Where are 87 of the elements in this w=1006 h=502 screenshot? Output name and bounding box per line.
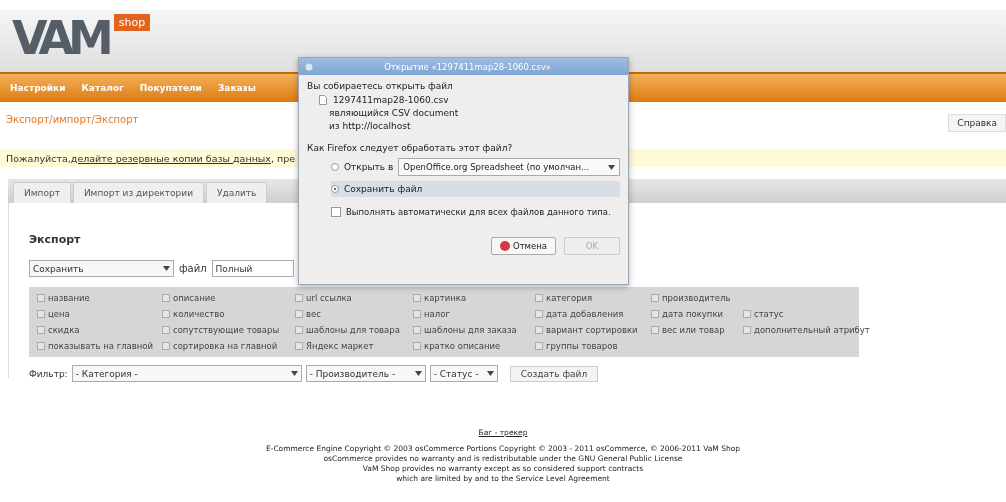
checkbox-label: url ссылка (306, 293, 352, 303)
filter-select[interactable]: - Категория - (71, 365, 302, 382)
checkbox[interactable] (295, 342, 303, 350)
checkbox[interactable] (162, 310, 170, 318)
checkbox[interactable] (535, 294, 543, 302)
radio-button[interactable] (331, 185, 339, 193)
caret-icon (163, 266, 170, 271)
checkbox-label: категория (546, 293, 593, 303)
checkbox[interactable] (162, 326, 170, 334)
tab[interactable]: Импорт из директории (72, 182, 205, 203)
radio-button[interactable] (331, 163, 339, 171)
dialog-text: Вы собираетесь открыть файл (307, 81, 454, 91)
checkbox[interactable] (331, 207, 341, 217)
cancel-icon (499, 241, 510, 251)
checkbox-label: вариант сортировки (546, 325, 638, 335)
app-icon (305, 62, 313, 71)
checkbox-label: показывать на главной (48, 341, 154, 351)
section-heading: Экспорт (29, 233, 81, 246)
dialog-title: Открытие «1297411map28-1060.csv» (383, 61, 552, 72)
dialog-button[interactable]: Отмена (490, 237, 556, 255)
checkbox-label: группы товаров (546, 341, 618, 351)
filter-select[interactable]: - Статус - (429, 365, 498, 382)
field-label: файл (179, 263, 207, 274)
checkbox-label: цена (48, 309, 70, 319)
checkbox[interactable] (162, 342, 170, 350)
checkbox[interactable] (37, 342, 45, 350)
checkbox[interactable] (295, 294, 303, 302)
checkbox-label: картинка (424, 293, 467, 303)
file-name: 1297411map28-1060.csv (333, 95, 449, 105)
checkbox[interactable] (37, 310, 45, 318)
file-source: из http://localhost (328, 121, 412, 131)
checkbox-label: скидка (48, 325, 80, 335)
caret-icon (414, 371, 422, 376)
checkbox-label: количество (173, 309, 225, 319)
checkbox-label: статус (754, 309, 784, 319)
help-button[interactable]: Справка (948, 114, 1006, 132)
checkbox-label: описание (173, 293, 216, 303)
checkbox[interactable] (535, 310, 543, 318)
checkbox[interactable] (535, 326, 543, 334)
checkbox[interactable] (37, 326, 45, 334)
checkbox-label: дата покупки (662, 309, 724, 319)
action-select[interactable]: Сохранить (29, 260, 174, 277)
tab[interactable]: Удалить (206, 182, 268, 203)
checkbox-label: вес или товар (662, 325, 725, 335)
caret-icon (608, 164, 615, 170)
checkbox-label: название (48, 293, 90, 303)
checkbox[interactable] (37, 294, 45, 302)
checkbox[interactable] (413, 326, 421, 334)
logo-badge: shop (113, 14, 151, 31)
caret-icon (290, 371, 298, 376)
create-file-button[interactable]: Создать файл (509, 365, 599, 382)
breadcrumb: Экспорт/импорт/Экспорт (6, 114, 139, 127)
checkbox-label: шаблоны для заказа (424, 325, 517, 335)
checkbox[interactable] (651, 310, 659, 318)
checkbox[interactable] (413, 310, 421, 318)
checkbox[interactable] (743, 326, 751, 334)
backup-link[interactable]: делайте резервные копии базы данных (70, 152, 271, 164)
checkbox[interactable] (413, 342, 421, 350)
file-type: являющийся CSV document (328, 108, 460, 118)
radio-label: Сохранить файл (344, 184, 423, 194)
checkbox-label: сопутствующие товары (173, 325, 280, 335)
checkbox-label: Выполнять автоматически для всех файлов данного типа. (346, 207, 611, 217)
file-icon (319, 95, 327, 105)
checkbox-label: производитель (662, 293, 731, 303)
checkbox-label: дополнительный атрибут (754, 325, 870, 335)
filter-select[interactable]: - Производитель - (305, 365, 426, 382)
checkbox-label: Яндекс маркет (306, 341, 374, 351)
checkbox[interactable] (295, 310, 303, 318)
checkbox[interactable] (743, 310, 751, 318)
checkbox[interactable] (162, 294, 170, 302)
checkbox-label: налог (424, 309, 450, 319)
checkbox-label: шаблоны для товара (306, 325, 400, 335)
checkbox[interactable] (651, 294, 659, 302)
checkbox-label: вес (306, 309, 321, 319)
checkbox-label: сортировка на главной (173, 341, 278, 351)
checkbox-label: кратко описание (424, 341, 501, 351)
checkbox[interactable] (413, 294, 421, 302)
caret-icon (486, 371, 494, 376)
checkbox[interactable] (535, 342, 543, 350)
filter-label: Фильтр: (29, 368, 68, 379)
app-select[interactable]: OpenOffice.org Spreadsheet (по умолчан... (398, 158, 620, 176)
tab[interactable]: Импорт (13, 182, 71, 203)
checkbox[interactable] (651, 326, 659, 334)
file-name-field[interactable]: Полный (211, 260, 294, 277)
checkbox[interactable] (295, 326, 303, 334)
checkbox-label: дата добавления (546, 309, 624, 319)
logo-text: VAM (12, 16, 108, 60)
